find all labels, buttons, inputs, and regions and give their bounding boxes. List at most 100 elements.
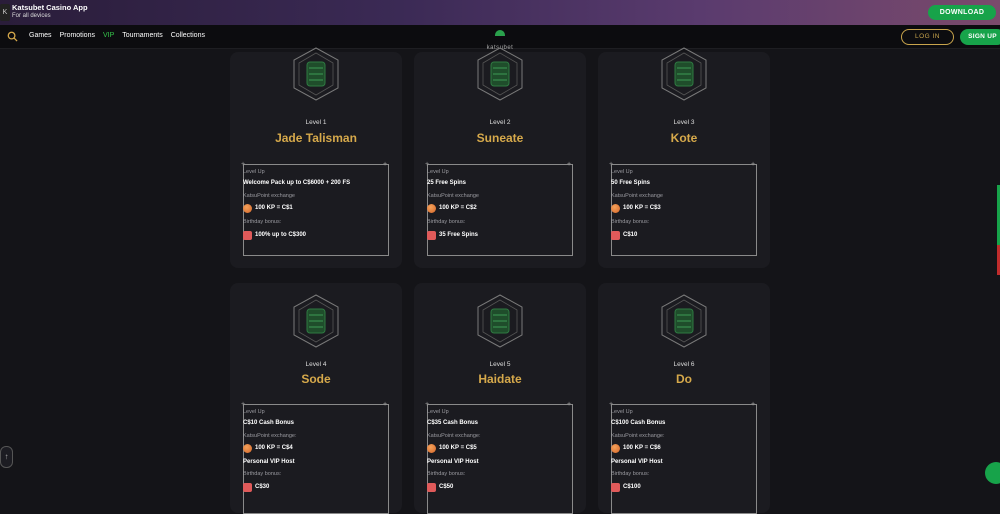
gift-icon [427,483,436,492]
app-subtitle: For all devices [12,13,51,19]
level-up-label: Level Up [611,169,633,175]
vip-level-card: Level 5 Haidate + + Level Up C$35 Cash Bon… [414,283,586,514]
exchange-rate: 100 KP = C$1 [255,205,293,211]
level-up-label: Level Up [243,409,265,415]
chat-support-icon[interactable] [985,462,1000,484]
signup-button[interactable]: SIGN UP [960,29,1000,45]
birthday-bonus: 100% up to C$300 [255,232,307,238]
exchange-rate: 100 KP = C$3 [623,205,661,211]
level-emblem-icon [661,294,707,348]
gift-icon [427,231,436,240]
gift-icon [611,231,620,240]
level-name: Kote [670,131,698,145]
birthday-label: Birthday bonus: [427,219,466,225]
vip-level-card: Level 2 Suneate + + Level Up 25 Free Spins… [414,47,586,268]
level-up-reward: C$100 Cash Bonus [611,420,666,426]
level-emblem-icon [477,294,523,348]
corner-ornament-icon: + [241,161,246,168]
search-icon[interactable] [7,31,18,42]
birthday-bonus: C$30 [255,484,270,490]
level-number: Level 3 [673,119,695,126]
level-number: Level 4 [305,361,327,368]
level-number: Level 2 [489,119,511,126]
level-up-label: Level Up [611,409,633,415]
level-name: Haidate [478,372,522,386]
exchange-rate: 100 KP = C$6 [623,445,661,451]
level-up-reward: 50 Free Spins [611,180,651,186]
level-emblem-icon [477,47,523,101]
logo-mark-icon [495,30,505,36]
level-up-label: Level Up [427,169,449,175]
level-emblem-icon [293,294,339,348]
level-name: Suneate [476,131,524,145]
level-name: Sode [301,372,331,386]
gift-icon [243,231,252,240]
gift-icon [611,483,620,492]
level-up-reward: C$10 Cash Bonus [243,420,295,426]
vip-level-card: Level 4 Sode + + Level Up C$10 Cash Bonus K… [230,283,402,514]
birthday-label: Birthday bonus: [243,219,282,225]
gift-icon [243,483,252,492]
vip-host-perk: Personal VIP Host [243,459,295,465]
birthday-label: Birthday bonus: [427,471,466,477]
vip-level-card: Level 6 Do + + Level Up C$100 Cash Bonus Ka… [598,283,770,514]
level-name: Jade Talisman [275,131,357,145]
corner-ornament-icon: + [425,401,430,408]
exchange-label: KatsuPoint exchange [611,193,663,199]
corner-ornament-icon: + [425,161,430,168]
corner-ornament-icon: + [241,401,246,408]
exchange-rate: 100 KP = C$4 [255,445,293,451]
corner-ornament-icon: + [383,401,388,408]
corner-ornament-icon: + [383,161,388,168]
exchange-label: KatsuPoint exchange [427,193,479,199]
corner-ornament-icon: + [609,401,614,408]
scroll-up-button[interactable]: ↑ [0,446,13,468]
corner-ornament-icon: + [567,401,572,408]
level-up-reward: C$35 Cash Bonus [427,420,479,426]
corner-ornament-icon: + [567,161,572,168]
vip-host-perk: Personal VIP Host [611,459,663,465]
nav-item-tournaments[interactable]: Tournaments [122,32,162,39]
exchange-label: KatsuPoint exchange: [427,433,481,439]
level-emblem-icon [293,47,339,101]
katsupoint-coin-icon [427,204,436,213]
nav-item-vip[interactable]: VIP [103,32,114,39]
nav-item-promotions[interactable]: Promotions [60,32,95,39]
login-button[interactable]: LOG IN [901,29,954,45]
corner-ornament-icon: + [751,161,756,168]
download-button[interactable]: DOWNLOAD [928,5,996,20]
level-number: Level 5 [489,361,511,368]
app-download-banner: K Katsubet Casino App For all devices DO… [0,0,1000,25]
nav-item-collections[interactable]: Collections [171,32,205,39]
level-number: Level 1 [305,119,327,126]
level-up-reward: Welcome Pack up to C$6000 + 200 FS [243,180,351,186]
nav-item-games[interactable]: Games [29,32,52,39]
katsupoint-coin-icon [611,204,620,213]
exchange-label: KatsuPoint exchange [243,193,295,199]
birthday-bonus: C$100 [623,484,641,490]
corner-ornament-icon: + [751,401,756,408]
katsupoint-coin-icon [243,204,252,213]
level-emblem-icon [661,47,707,101]
vip-level-card: Level 1 Jade Talisman + + Level Up Welcome… [230,47,402,268]
exchange-label: KatsuPoint exchange: [611,433,665,439]
nav-menu: Games Promotions VIP Tournaments Collect… [29,32,205,39]
level-up-label: Level Up [243,169,265,175]
exchange-label: KatsuPoint exchange: [243,433,297,439]
birthday-bonus: C$10 [623,232,638,238]
vip-host-perk: Personal VIP Host [427,459,479,465]
app-title: Katsubet Casino App [12,3,88,12]
level-name: Do [676,372,692,386]
birthday-label: Birthday bonus: [243,471,282,477]
birthday-label: Birthday bonus: [611,219,650,225]
katsupoint-coin-icon [427,444,436,453]
app-icon: K [0,4,10,21]
corner-ornament-icon: + [609,161,614,168]
vip-level-card: Level 3 Kote + + Level Up 50 Free Spins Kat… [598,47,770,268]
level-up-label: Level Up [427,409,449,415]
level-number: Level 6 [673,361,695,368]
birthday-label: Birthday bonus: [611,471,650,477]
site-logo[interactable]: katsubet [478,30,522,51]
birthday-bonus: 35 Free Spins [439,232,479,238]
exchange-rate: 100 KP = C$5 [439,445,477,451]
